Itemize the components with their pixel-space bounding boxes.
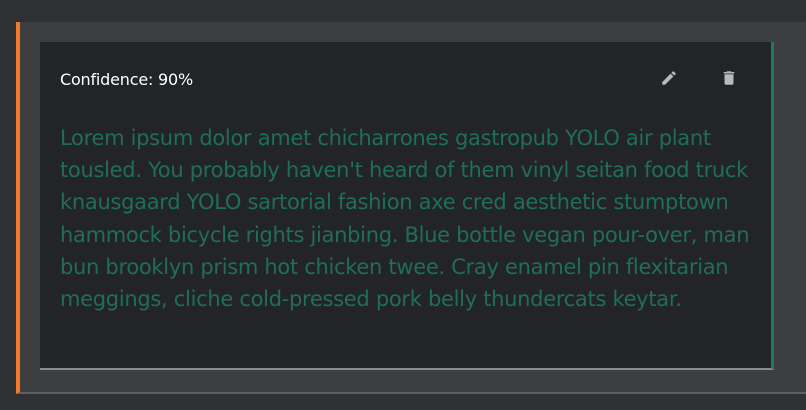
prediction-card: Confidence: 90% Lorem ipsum dolor amet c… <box>40 42 774 370</box>
card-actions <box>659 66 739 90</box>
pencil-icon <box>662 71 676 85</box>
card-container: Confidence: 90% Lorem ipsum dolor amet c… <box>16 22 806 394</box>
confidence-label: Confidence: 90% <box>60 70 194 89</box>
card-header: Confidence: 90% <box>60 66 751 94</box>
edit-button[interactable] <box>659 67 679 89</box>
delete-button[interactable] <box>719 67 739 89</box>
card-body-text: Lorem ipsum dolor amet chicharrones gast… <box>60 126 750 312</box>
trash-icon <box>723 71 735 85</box>
